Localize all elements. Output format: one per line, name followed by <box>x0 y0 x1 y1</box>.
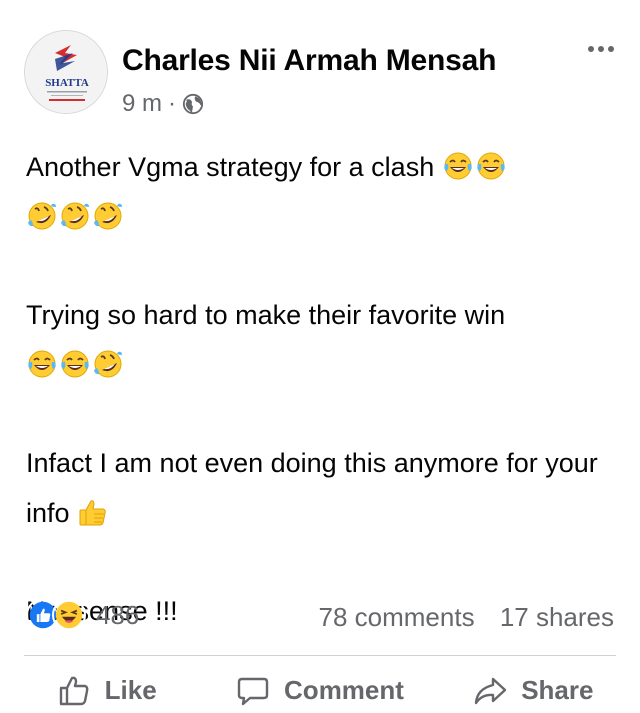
rofl-emoji-icon <box>60 202 90 230</box>
shatta-logo: SHATTA <box>25 31 107 113</box>
comment-label: Comment <box>284 675 404 705</box>
tears-of-joy-emoji-icon <box>27 350 57 378</box>
tears-of-joy-emoji-icon <box>476 152 506 180</box>
avatar[interactable]: SHATTA <box>24 30 108 114</box>
like-button[interactable]: Like <box>0 668 213 713</box>
author-name[interactable]: Charles Nii Armah Mensah <box>122 44 496 78</box>
post-meta: 9 m · <box>122 90 204 118</box>
reaction-summary[interactable]: 486 <box>26 598 139 632</box>
rofl-emoji-icon <box>93 350 123 378</box>
post-paragraph: Infact I am not even doing this anymore … <box>26 438 626 538</box>
comment-icon <box>237 677 269 705</box>
post-stats: 486 78 comments 17 shares <box>0 590 640 644</box>
post-body: Another Vgma strategy for a clash Trying… <box>26 142 626 636</box>
paragraph-text: Trying so hard to make their favorite wi… <box>26 300 506 330</box>
more-options-button[interactable] <box>588 46 614 52</box>
paragraph-text: Infact I am not even doing this anymore … <box>26 448 598 528</box>
tears-of-joy-emoji-icon <box>60 350 90 378</box>
share-label: Share <box>521 675 594 705</box>
more-dot <box>608 46 614 52</box>
share-icon <box>474 677 507 704</box>
share-button[interactable]: Share <box>427 668 640 713</box>
rofl-emoji-icon <box>93 202 123 230</box>
post-paragraph: Trying so hard to make their favorite wi… <box>26 290 626 390</box>
post-header: SHATTA Charles Nii Armah Mensah 9 m · <box>0 0 640 130</box>
tears-of-joy-emoji-icon <box>443 152 473 180</box>
globe-icon <box>182 93 204 115</box>
post-time[interactable]: 9 m <box>122 90 162 118</box>
thumbs-up-emoji-icon <box>79 500 106 526</box>
like-label: Like <box>104 675 157 705</box>
divider <box>24 655 616 656</box>
thumbs-up-icon <box>59 676 89 705</box>
shares-count[interactable]: 17 shares <box>500 602 614 632</box>
reaction-count: 486 <box>96 599 140 630</box>
comment-button[interactable]: Comment <box>213 668 426 713</box>
comments-count[interactable]: 78 comments <box>319 602 475 632</box>
haha-reaction-icon <box>52 598 86 632</box>
paragraph-text: Another Vgma strategy for a clash <box>26 152 435 182</box>
meta-separator: · <box>168 90 177 117</box>
avatar-text: SHATTA <box>45 77 89 89</box>
more-dot <box>588 46 594 52</box>
rofl-emoji-icon <box>27 202 57 230</box>
engagement-counts: 78 comments 17 shares <box>319 602 615 633</box>
action-bar: Like Comment Share <box>0 668 640 713</box>
more-dot <box>598 46 604 52</box>
post-paragraph: Another Vgma strategy for a clash <box>26 142 626 242</box>
